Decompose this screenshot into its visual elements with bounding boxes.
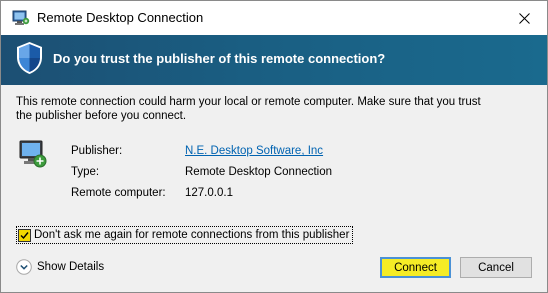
dont-ask-checkbox-row[interactable]: Don't ask me again for remote connection… [16, 226, 354, 244]
connect-button[interactable]: Connect [380, 257, 451, 278]
dont-ask-checkbox[interactable] [18, 228, 31, 242]
shield-icon [17, 42, 42, 74]
close-button[interactable] [501, 1, 547, 35]
dont-ask-label: Don't ask me again for remote connection… [34, 229, 350, 241]
banner-question: Do you trust the publisher of this remot… [53, 51, 386, 66]
type-value: Remote Desktop Connection [185, 166, 333, 178]
remote-computer-value: 127.0.0.1 [185, 187, 233, 199]
close-icon [518, 12, 530, 24]
show-details-label: Show Details [37, 261, 105, 273]
dialog-window: Remote Desktop Connection Do you trust t… [0, 0, 548, 293]
show-details-button[interactable]: Show Details [16, 259, 104, 275]
remote-computer-label: Remote computer: [71, 187, 166, 199]
dialog-footer: Show Details Connect Cancel [1, 246, 547, 292]
type-label: Type: [71, 166, 100, 178]
security-banner: Do you trust the publisher of this remot… [1, 35, 547, 85]
remote-computer-icon [19, 140, 47, 168]
warning-text: This remote connection could harm your l… [16, 96, 481, 122]
window-title: Remote Desktop Connection [37, 10, 204, 25]
rdc-app-icon [12, 10, 30, 25]
title-bar[interactable]: Remote Desktop Connection [1, 1, 547, 35]
cancel-button[interactable]: Cancel [460, 257, 532, 278]
publisher-link[interactable]: N.E. Desktop Software, Inc [185, 145, 323, 157]
content-area: This remote connection could harm your l… [1, 85, 547, 246]
chevron-down-icon [16, 259, 32, 275]
check-icon [20, 231, 29, 239]
publisher-label: Publisher: [71, 145, 123, 157]
